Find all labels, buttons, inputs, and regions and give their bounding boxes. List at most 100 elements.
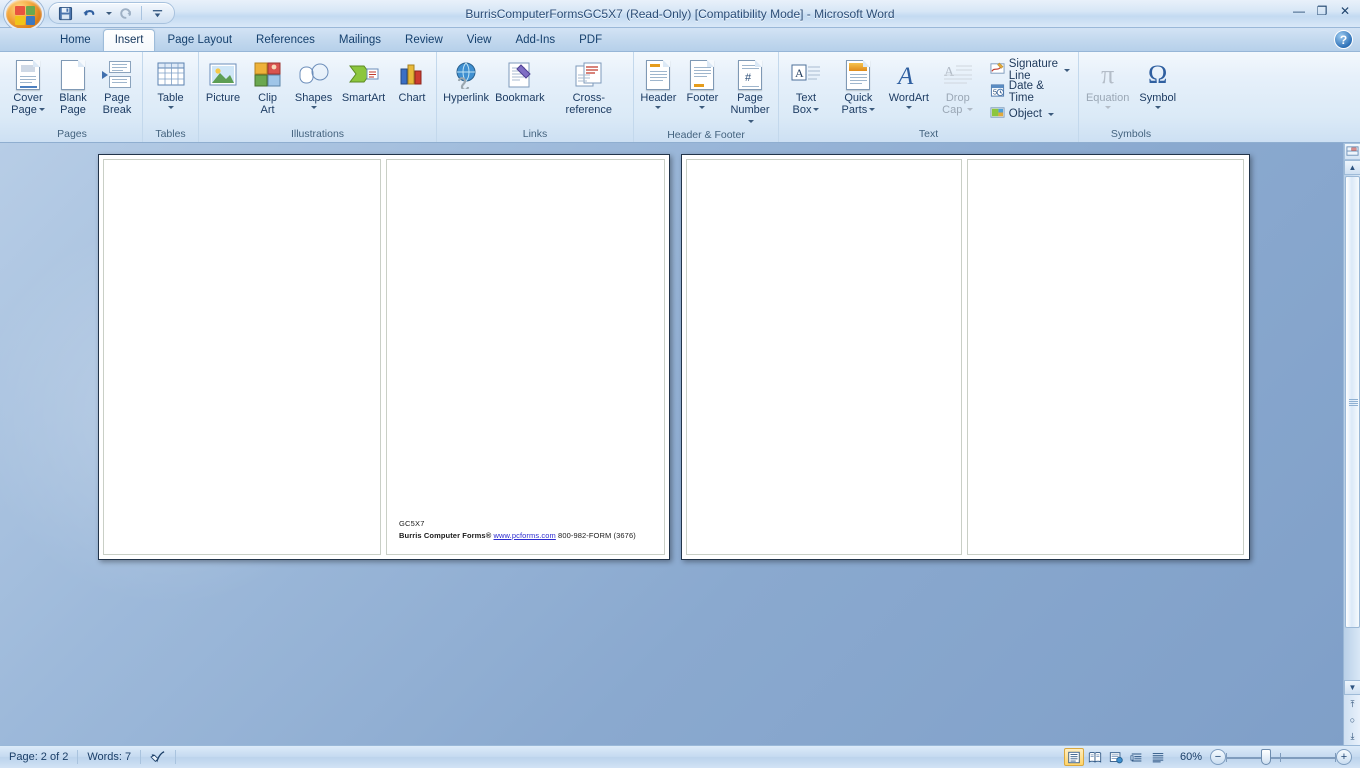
group-label-links: Links bbox=[522, 128, 548, 140]
page-break-button[interactable]: Page Break bbox=[95, 56, 139, 117]
header-dropdown-icon[interactable] bbox=[655, 105, 662, 109]
symbol-dropdown-icon[interactable] bbox=[1154, 105, 1161, 109]
drop-cap-button[interactable]: A Drop Cap bbox=[931, 56, 985, 117]
zoom-slider-thumb[interactable] bbox=[1261, 749, 1271, 765]
proofing-errors-icon[interactable] bbox=[141, 746, 175, 768]
select-browse-object-button[interactable]: ○ bbox=[1344, 712, 1360, 728]
equation-label: Equation bbox=[1085, 92, 1130, 104]
text-box-button[interactable]: A Text Box bbox=[782, 56, 830, 117]
page-number-icon: # bbox=[738, 59, 762, 91]
page-4-content-area bbox=[974, 166, 1237, 548]
picture-button[interactable]: Picture bbox=[201, 56, 245, 106]
zoom-slider[interactable] bbox=[1226, 747, 1336, 767]
tab-references[interactable]: References bbox=[244, 29, 327, 51]
signature-line-dropdown-icon[interactable] bbox=[1064, 68, 1070, 72]
chart-button[interactable]: Chart bbox=[390, 56, 434, 106]
symbol-icon: Ω bbox=[1148, 60, 1168, 89]
table-button[interactable]: Table bbox=[149, 56, 193, 110]
shapes-icon bbox=[298, 59, 330, 91]
view-print-layout-button[interactable] bbox=[1063, 748, 1084, 766]
footer-icon bbox=[690, 59, 715, 91]
maximize-button[interactable]: ❐ bbox=[1311, 2, 1333, 20]
equation-button[interactable]: π Equation bbox=[1081, 56, 1134, 110]
document-page-3[interactable] bbox=[686, 159, 962, 555]
tab-insert[interactable]: Insert bbox=[102, 29, 156, 51]
scrollbar-thumb[interactable] bbox=[1345, 176, 1360, 628]
signature-line-icon bbox=[990, 61, 1005, 79]
document-page-1[interactable] bbox=[103, 159, 381, 555]
view-full-screen-reading-button[interactable] bbox=[1085, 748, 1105, 766]
smartart-button[interactable]: SmartArt bbox=[337, 56, 390, 106]
equation-dropdown-icon[interactable] bbox=[1104, 105, 1111, 109]
footer-link[interactable]: www.pcforms.com bbox=[494, 531, 556, 540]
view-draft-button[interactable] bbox=[1148, 748, 1168, 766]
document-page-4[interactable] bbox=[967, 159, 1244, 555]
tab-pdf[interactable]: PDF bbox=[567, 29, 614, 51]
customize-quick-access-icon[interactable] bbox=[147, 4, 168, 22]
ribbon-group-symbols: π Equation Ω Symbol Symbols bbox=[1078, 52, 1183, 142]
save-icon[interactable] bbox=[55, 4, 76, 22]
tab-add-ins[interactable]: Add-Ins bbox=[503, 29, 567, 51]
split-window-handle-icon[interactable] bbox=[1344, 143, 1360, 160]
close-button[interactable]: ✕ bbox=[1334, 2, 1356, 20]
zoom-level[interactable]: 60% bbox=[1172, 751, 1210, 763]
wordart-dropdown-icon[interactable] bbox=[905, 105, 912, 109]
signature-line-button[interactable]: Signature Line bbox=[985, 58, 1075, 82]
tab-mailings[interactable]: Mailings bbox=[327, 29, 393, 51]
header-button[interactable]: Header bbox=[636, 56, 680, 110]
scrollbar-grip-icon bbox=[1349, 399, 1358, 406]
help-icon[interactable]: ? bbox=[1334, 30, 1353, 49]
page-1-content-area bbox=[110, 166, 374, 548]
undo-icon[interactable] bbox=[79, 4, 100, 22]
shapes-dropdown-icon[interactable] bbox=[310, 105, 317, 109]
table-dropdown-icon[interactable] bbox=[167, 105, 174, 109]
redo-icon[interactable] bbox=[115, 4, 136, 22]
symbol-button[interactable]: Ω Symbol bbox=[1134, 56, 1181, 110]
footer-button[interactable]: Footer bbox=[680, 56, 724, 110]
hyperlink-button[interactable]: Hyperlink bbox=[440, 56, 492, 106]
footer-dropdown-icon[interactable] bbox=[699, 105, 706, 109]
quick-parts-button[interactable]: Quick Parts bbox=[830, 56, 887, 117]
view-outline-button[interactable] bbox=[1127, 748, 1147, 766]
undo-dropdown-icon[interactable] bbox=[103, 4, 112, 22]
previous-page-button[interactable]: ⤒ bbox=[1344, 696, 1360, 712]
smartart-icon bbox=[348, 59, 380, 91]
document-page-2[interactable]: GC5X7 Burris Computer Forms® www.pcforms… bbox=[386, 159, 665, 555]
chart-icon bbox=[398, 59, 426, 91]
shapes-button[interactable]: Shapes bbox=[290, 56, 337, 110]
clip-art-icon bbox=[254, 59, 282, 91]
object-button[interactable]: Object bbox=[985, 103, 1075, 125]
tab-page-layout[interactable]: Page Layout bbox=[155, 29, 244, 51]
zoom-in-button[interactable]: + bbox=[1336, 749, 1352, 765]
clip-art-button[interactable]: Clip Art bbox=[245, 56, 290, 117]
scroll-up-button[interactable]: ▲ bbox=[1344, 160, 1360, 175]
view-web-layout-button[interactable] bbox=[1106, 748, 1126, 766]
page-indicator[interactable]: Page: 2 of 2 bbox=[0, 746, 77, 768]
tab-home[interactable]: Home bbox=[48, 29, 103, 51]
cross-reference-button[interactable]: Cross-reference bbox=[548, 56, 630, 117]
minimize-button[interactable]: — bbox=[1288, 2, 1310, 20]
vertical-scrollbar[interactable]: ▲ ▼ ⤒ ○ ⤓ bbox=[1343, 143, 1360, 745]
shapes-label: Shapes bbox=[294, 92, 333, 104]
word-count[interactable]: Words: 7 bbox=[78, 746, 140, 768]
next-page-button[interactable]: ⤓ bbox=[1344, 728, 1360, 744]
document-canvas[interactable]: GC5X7 Burris Computer Forms® www.pcforms… bbox=[0, 143, 1360, 745]
object-dropdown-icon[interactable] bbox=[1048, 112, 1055, 116]
tab-review[interactable]: Review bbox=[393, 29, 455, 51]
cover-page-button[interactable]: Cover Page bbox=[5, 56, 51, 117]
page-break-icon bbox=[102, 59, 132, 91]
blank-page-icon bbox=[61, 59, 85, 91]
page-number-button[interactable]: # Page Number bbox=[724, 56, 775, 129]
zoom-out-button[interactable]: − bbox=[1210, 749, 1226, 765]
clip-art-label: Clip Art bbox=[258, 92, 278, 116]
ribbon-group-pages: Cover Page Blank Page Page Break Pages bbox=[2, 52, 142, 142]
wordart-button[interactable]: A WordArt bbox=[887, 56, 931, 110]
blank-page-button[interactable]: Blank Page bbox=[51, 56, 95, 117]
header-label: Header bbox=[640, 92, 677, 104]
scroll-down-button[interactable]: ▼ bbox=[1344, 680, 1360, 695]
window-controls: — ❐ ✕ bbox=[1288, 2, 1356, 20]
ribbon-group-tables: Table Tables bbox=[142, 52, 198, 142]
date-and-time-button[interactable]: 5 Date & Time bbox=[985, 80, 1075, 104]
tab-view[interactable]: View bbox=[455, 29, 504, 51]
bookmark-button[interactable]: Bookmark bbox=[492, 56, 547, 106]
